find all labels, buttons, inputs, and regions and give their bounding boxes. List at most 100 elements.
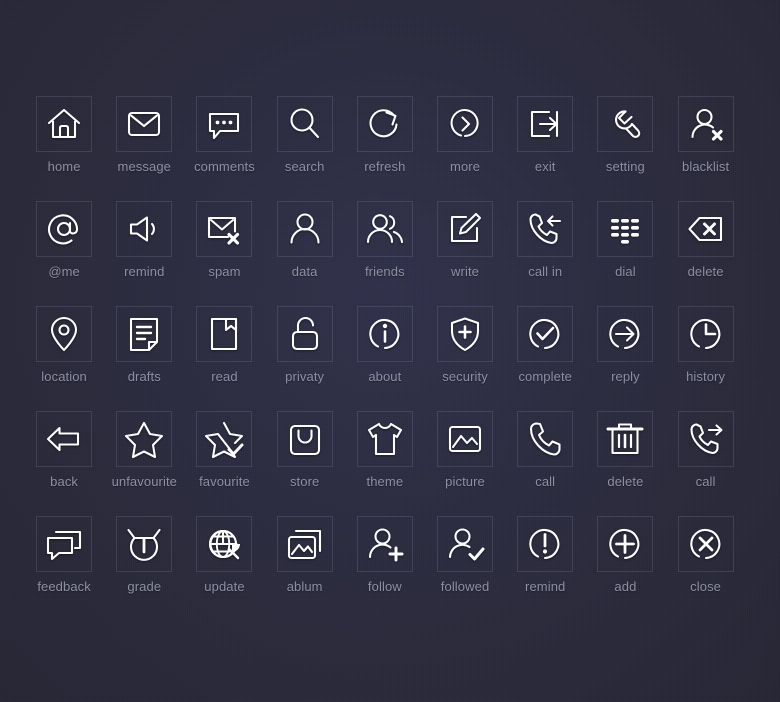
- icon-label: delete: [687, 264, 724, 279]
- location-icon[interactable]: [36, 306, 93, 362]
- call-in-icon[interactable]: [517, 201, 574, 257]
- icon-cell-add[interactable]: add: [585, 516, 665, 621]
- refresh-icon[interactable]: [356, 96, 413, 152]
- icon-cell-theme[interactable]: theme: [345, 411, 425, 516]
- more-icon[interactable]: [437, 96, 494, 152]
- update-globe-icon[interactable]: [196, 516, 253, 572]
- spam-icon[interactable]: [196, 201, 253, 257]
- icon-cell-dial[interactable]: dial: [585, 201, 665, 306]
- about-info-icon[interactable]: [356, 306, 413, 362]
- icon-cell-call-out[interactable]: call: [666, 411, 746, 516]
- album-icon[interactable]: [276, 516, 333, 572]
- dial-icon[interactable]: [597, 201, 654, 257]
- icon-cell-complete-check[interactable]: complete: [505, 306, 585, 411]
- icon-cell-refresh[interactable]: refresh: [345, 96, 425, 201]
- icon-cell-call[interactable]: call: [505, 411, 585, 516]
- feedback-icon[interactable]: [36, 516, 93, 572]
- remind-exclaim-icon[interactable]: [517, 516, 574, 572]
- icon-cell-followed[interactable]: followed: [425, 516, 505, 621]
- icon-cell-album[interactable]: ablum: [265, 516, 345, 621]
- icon-cell-delete-trash[interactable]: delete: [585, 411, 665, 516]
- grade-icon[interactable]: [116, 516, 173, 572]
- icon-cell-exit[interactable]: exit: [505, 96, 585, 201]
- icon-cell-security-shield[interactable]: security: [425, 306, 505, 411]
- icon-label: write: [451, 264, 479, 279]
- icon-cell-setting[interactable]: setting: [585, 96, 665, 201]
- search-icon[interactable]: [276, 96, 333, 152]
- friends-icon[interactable]: [356, 201, 413, 257]
- icon-cell-remind-speaker[interactable]: remind: [104, 201, 184, 306]
- icon-label: reply: [611, 369, 640, 384]
- setting-icon[interactable]: [597, 96, 654, 152]
- icon-cell-feedback[interactable]: feedback: [24, 516, 104, 621]
- icon-cell-spam[interactable]: spam: [184, 201, 264, 306]
- icon-cell-remind-exclaim[interactable]: remind: [505, 516, 585, 621]
- history-clock-icon[interactable]: [677, 306, 734, 362]
- icon-label: ablum: [286, 579, 323, 594]
- icon-cell-update[interactable]: update: [184, 516, 264, 621]
- icon-cell-write[interactable]: write: [425, 201, 505, 306]
- icon-cell-more[interactable]: more: [425, 96, 505, 201]
- write-icon[interactable]: [437, 201, 494, 257]
- icon-cell-grade[interactable]: grade: [104, 516, 184, 621]
- follow-user-add-icon[interactable]: [356, 516, 413, 572]
- at-me-icon[interactable]: [36, 201, 93, 257]
- read-book-icon[interactable]: [196, 306, 253, 362]
- followed-user-check-icon[interactable]: [437, 516, 494, 572]
- icon-cell-data-user[interactable]: data: [265, 201, 345, 306]
- icon-label: search: [284, 159, 325, 174]
- store-bag-icon[interactable]: [276, 411, 333, 467]
- data-user-icon[interactable]: [276, 201, 333, 257]
- icon-cell-read-book[interactable]: read: [184, 306, 264, 411]
- complete-check-icon[interactable]: [517, 306, 574, 362]
- call-icon[interactable]: [517, 411, 574, 467]
- blacklist-icon[interactable]: [677, 96, 734, 152]
- drafts-icon[interactable]: [116, 306, 173, 362]
- icon-cell-search[interactable]: search: [265, 96, 345, 201]
- remind-speaker-icon[interactable]: [116, 201, 173, 257]
- icon-cell-back[interactable]: back: [24, 411, 104, 516]
- message-icon[interactable]: [116, 96, 173, 152]
- reply-arrow-icon[interactable]: [597, 306, 654, 362]
- icon-label: add: [614, 579, 637, 594]
- icon-cell-drafts[interactable]: drafts: [104, 306, 184, 411]
- icon-label: unfavourite: [111, 474, 177, 489]
- delete-backspace-icon[interactable]: [677, 201, 734, 257]
- icon-cell-home[interactable]: home: [24, 96, 104, 201]
- icon-cell-about-info[interactable]: about: [345, 306, 425, 411]
- icon-cell-location[interactable]: location: [24, 306, 104, 411]
- picture-icon[interactable]: [437, 411, 494, 467]
- icon-label: exit: [534, 159, 556, 174]
- icon-cell-privacy-lock[interactable]: privaty: [265, 306, 345, 411]
- icon-cell-delete-backspace[interactable]: delete: [666, 201, 746, 306]
- exit-icon[interactable]: [517, 96, 574, 152]
- security-shield-icon[interactable]: [437, 306, 494, 362]
- icon-cell-picture[interactable]: picture: [425, 411, 505, 516]
- icon-cell-call-in[interactable]: call in: [505, 201, 585, 306]
- icon-cell-friends[interactable]: friends: [345, 201, 425, 306]
- back-arrow-icon[interactable]: [36, 411, 93, 467]
- favourite-star-check-icon[interactable]: [196, 411, 253, 467]
- icon-cell-favourite[interactable]: favourite: [184, 411, 264, 516]
- call-out-icon[interactable]: [677, 411, 734, 467]
- unfavourite-star-icon[interactable]: [116, 411, 173, 467]
- add-plus-icon[interactable]: [597, 516, 654, 572]
- theme-shirt-icon[interactable]: [356, 411, 413, 467]
- icon-cell-unfavourite[interactable]: unfavourite: [104, 411, 184, 516]
- icon-cell-at-me[interactable]: @me: [24, 201, 104, 306]
- icon-cell-message[interactable]: message: [104, 96, 184, 201]
- close-x-icon[interactable]: [677, 516, 734, 572]
- icon-label: call: [535, 474, 556, 489]
- icon-cell-history-clock[interactable]: history: [666, 306, 746, 411]
- icon-cell-close[interactable]: close: [666, 516, 746, 621]
- icon-cell-comments[interactable]: comments: [184, 96, 264, 201]
- icon-cell-follow[interactable]: follow: [345, 516, 425, 621]
- privacy-lock-icon[interactable]: [276, 306, 333, 362]
- icon-cell-blacklist[interactable]: blacklist: [666, 96, 746, 201]
- icon-cell-reply-arrow[interactable]: reply: [585, 306, 665, 411]
- delete-trash-icon[interactable]: [597, 411, 654, 467]
- icon-cell-store[interactable]: store: [265, 411, 345, 516]
- icon-label: store: [289, 474, 320, 489]
- comments-icon[interactable]: [196, 96, 253, 152]
- home-icon[interactable]: [36, 96, 93, 152]
